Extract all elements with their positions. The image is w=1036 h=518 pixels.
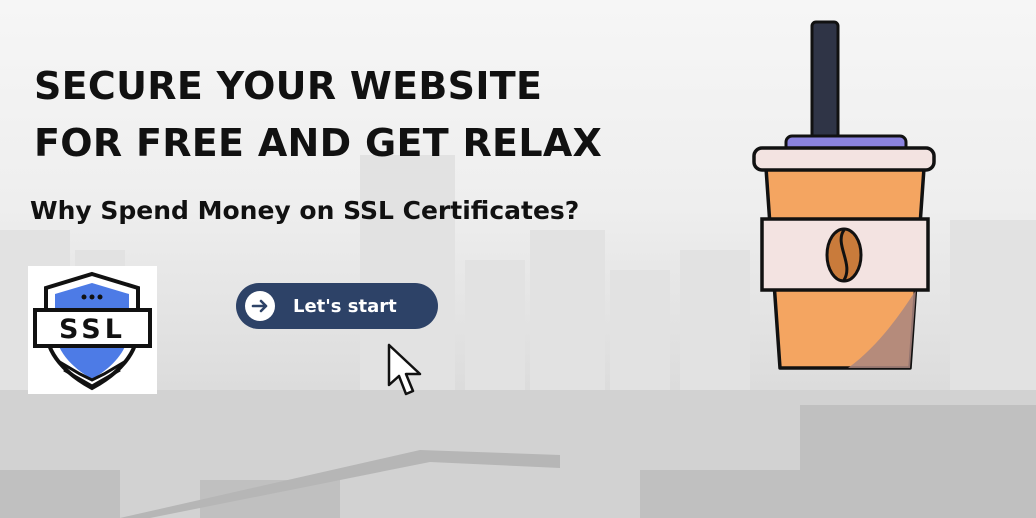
headline-line-2: FOR FREE AND GET RELAX	[34, 121, 603, 165]
lets-start-label: Let's start	[293, 295, 397, 317]
subheadline: Why Spend Money on SSL Certificates?	[30, 196, 580, 225]
mouse-pointer-icon	[387, 343, 422, 396]
ssl-badge: SSL	[28, 266, 157, 394]
headline-line-1: SECURE YOUR WEBSITE	[34, 64, 543, 108]
coffee-cup-icon	[752, 20, 936, 370]
arrow-right-icon	[245, 291, 275, 321]
lets-start-button[interactable]: Let's start	[236, 283, 438, 329]
coffee-bean-icon	[825, 227, 863, 283]
shield-icon: SSL	[33, 271, 152, 391]
ssl-promo-banner: SECURE YOUR WEBSITE FOR FREE AND GET REL…	[0, 0, 1036, 518]
headline: SECURE YOUR WEBSITE FOR FREE AND GET REL…	[34, 58, 602, 172]
badge-text: SSL	[59, 314, 126, 345]
